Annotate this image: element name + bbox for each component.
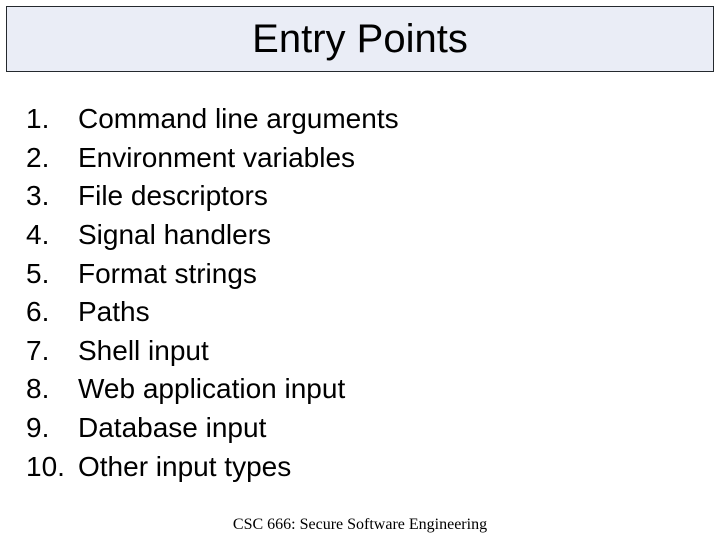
list-item: 6. Paths — [26, 293, 720, 332]
list-item: 8. Web application input — [26, 370, 720, 409]
slide-body: 1. Command line arguments 2. Environment… — [0, 72, 720, 486]
list-text: Web application input — [78, 370, 345, 409]
list-text: Shell input — [78, 332, 209, 371]
list-number: 7. — [26, 332, 78, 371]
list-text: Other input types — [78, 448, 291, 487]
list-text: File descriptors — [78, 177, 268, 216]
list-item: 9. Database input — [26, 409, 720, 448]
list-text: Format strings — [78, 255, 257, 294]
list-number: 5. — [26, 255, 78, 294]
list-text: Signal handlers — [78, 216, 271, 255]
list-item: 10. Other input types — [26, 448, 720, 487]
list-number: 1. — [26, 100, 78, 139]
list-item: 1. Command line arguments — [26, 100, 720, 139]
list-item: 2. Environment variables — [26, 139, 720, 178]
list-item: 5. Format strings — [26, 255, 720, 294]
list-text: Command line arguments — [78, 100, 399, 139]
list-number: 8. — [26, 370, 78, 409]
slide-title: Entry Points — [252, 17, 468, 62]
list-number: 10. — [26, 448, 78, 487]
entry-points-list: 1. Command line arguments 2. Environment… — [26, 100, 720, 486]
list-number: 2. — [26, 139, 78, 178]
list-number: 4. — [26, 216, 78, 255]
list-item: 4. Signal handlers — [26, 216, 720, 255]
list-text: Environment variables — [78, 139, 355, 178]
list-text: Paths — [78, 293, 150, 332]
slide-title-bar: Entry Points — [6, 6, 714, 72]
list-number: 6. — [26, 293, 78, 332]
list-item: 7. Shell input — [26, 332, 720, 371]
list-text: Database input — [78, 409, 266, 448]
slide-footer: CSC 666: Secure Software Engineering — [0, 516, 720, 534]
list-number: 9. — [26, 409, 78, 448]
list-item: 3. File descriptors — [26, 177, 720, 216]
list-number: 3. — [26, 177, 78, 216]
